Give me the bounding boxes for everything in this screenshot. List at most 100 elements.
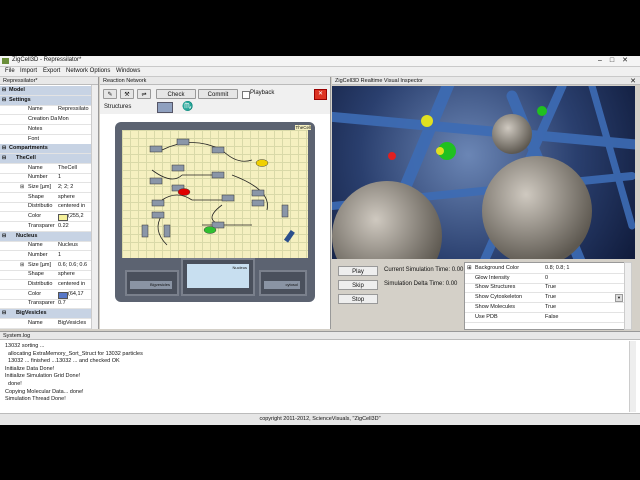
- network-canvas[interactable]: TheCell Bigvesicles Nucleus cytosol: [100, 114, 330, 329]
- log-line: 13032 sorting ...: [5, 343, 45, 349]
- inspector-value[interactable]: False: [545, 313, 558, 322]
- inspector-row[interactable]: Show Structures True: [465, 283, 625, 294]
- reaction-tool-icon[interactable]: ⇌: [137, 89, 151, 99]
- close-icon[interactable]: ✕: [314, 89, 327, 100]
- inspector-scrollbar[interactable]: [624, 262, 632, 330]
- property-row[interactable]: Color (64,17: [0, 290, 92, 300]
- property-row[interactable]: Name Repressilato: [0, 105, 92, 116]
- inspector-key: Use PDB: [475, 313, 498, 320]
- commit-button[interactable]: Commit: [198, 89, 238, 99]
- expand-icon[interactable]: ⊞: [20, 261, 24, 270]
- pill-icon[interactable]: ♏: [182, 101, 193, 112]
- property-row[interactable]: Number 1: [0, 173, 92, 184]
- property-value[interactable]: TheCell: [58, 164, 92, 173]
- collapse-icon[interactable]: ⊟: [2, 86, 6, 95]
- inspector-row[interactable]: Glow Intensity 0: [465, 274, 625, 284]
- menu-file[interactable]: File: [5, 68, 15, 74]
- collapse-icon[interactable]: ⊟: [2, 232, 6, 241]
- property-key: Distributio: [28, 281, 53, 287]
- collapse-icon[interactable]: ⊟: [2, 154, 6, 163]
- bigvesicles-compartment[interactable]: Bigvesicles: [125, 270, 179, 296]
- menu-network-options[interactable]: Network Options: [66, 68, 110, 74]
- property-row[interactable]: Font: [0, 135, 92, 145]
- menu-windows[interactable]: Windows: [116, 68, 140, 74]
- property-section[interactable]: ⊟ Nucleus: [0, 231, 92, 242]
- property-value[interactable]: centered in: [58, 280, 92, 289]
- property-value[interactable]: 0.22: [58, 222, 92, 231]
- property-key: Color: [28, 213, 42, 220]
- property-row[interactable]: Color (255,2: [0, 212, 92, 223]
- property-value[interactable]: 2; 2; 2: [58, 183, 92, 192]
- collapse-icon[interactable]: ⊟: [2, 144, 6, 153]
- cell-compartment[interactable]: TheCell Bigvesicles Nucleus cytosol: [115, 122, 315, 302]
- wrench-tool-icon[interactable]: ⚒: [120, 89, 134, 99]
- property-row[interactable]: Creation DateMon: [0, 115, 92, 126]
- log-line: Initialize Data Done!: [5, 365, 55, 372]
- property-section[interactable]: ⊟ BigVesicles: [0, 309, 92, 320]
- select-tool-icon[interactable]: ✎: [103, 89, 117, 99]
- inspector-value[interactable]: 0: [545, 274, 548, 283]
- property-section[interactable]: ⊟ Settings: [0, 95, 92, 106]
- skip-button[interactable]: Skip: [338, 280, 378, 290]
- property-value[interactable]: centered in: [58, 202, 92, 211]
- property-value[interactable]: 0.6; 0.6; 0.6: [58, 261, 92, 270]
- property-row[interactable]: Number 1: [0, 251, 92, 261]
- 3d-viewport[interactable]: [332, 86, 635, 259]
- log-scrollbar[interactable]: [629, 341, 636, 412]
- property-key: Transparer: [28, 300, 55, 307]
- inspector-row[interactable]: ⊞ Background Color 0.8; 0.8; 1: [465, 264, 625, 274]
- property-value[interactable]: 1: [58, 173, 92, 182]
- menu-import[interactable]: Import: [20, 68, 37, 74]
- visual-inspector-panel: ZigCell3D Realtime Visual Inspector ✕ Pl…: [332, 77, 640, 330]
- expand-icon[interactable]: ⊞: [20, 183, 24, 192]
- check-button[interactable]: Check: [156, 89, 196, 99]
- property-value[interactable]: sphere: [58, 270, 92, 279]
- property-row[interactable]: Transparer 0.22: [0, 222, 92, 232]
- nucleus-compartment[interactable]: Nucleus: [181, 258, 255, 296]
- property-row[interactable]: Transparer 0.7: [0, 299, 92, 310]
- playback-checkbox[interactable]: [242, 91, 250, 99]
- stop-button[interactable]: Stop: [338, 294, 378, 304]
- inspector-value[interactable]: True: [545, 293, 556, 302]
- property-key: Notes: [28, 125, 43, 132]
- property-row[interactable]: Shape sphere: [0, 193, 92, 203]
- structure-box-icon[interactable]: [157, 102, 173, 113]
- expand-icon[interactable]: ⊞: [467, 264, 472, 273]
- window-controls[interactable]: –□✕: [598, 56, 636, 64]
- property-row[interactable]: Name TheCell: [0, 164, 92, 174]
- collapse-icon[interactable]: ⊟: [2, 96, 6, 105]
- cytosol-compartment[interactable]: cytosol: [259, 270, 307, 296]
- property-key: Nucleus: [16, 232, 38, 239]
- property-section[interactable]: ⊟ TheCell: [0, 153, 92, 164]
- property-row[interactable]: Distributio centered in: [0, 202, 92, 213]
- property-row[interactable]: Distributio centered in: [0, 280, 92, 290]
- property-key: Transparer: [28, 222, 55, 229]
- property-value[interactable]: Repressilato: [58, 105, 92, 114]
- property-row[interactable]: ⊞ Size [µm] 2; 2; 2: [0, 183, 92, 193]
- inspector-row[interactable]: Show Cytoskeleton True ▼: [465, 293, 625, 304]
- property-row[interactable]: Name BigVesicles: [0, 319, 92, 329]
- inspector-value[interactable]: True: [545, 283, 556, 292]
- property-scrollbar[interactable]: [91, 85, 98, 329]
- property-value[interactable]: 0.7: [58, 299, 92, 308]
- property-value[interactable]: 1: [58, 251, 92, 260]
- property-row[interactable]: Name Nucleus: [0, 241, 92, 252]
- property-section[interactable]: ⊟ Model: [0, 86, 92, 96]
- inspector-row[interactable]: Use PDB False: [465, 313, 625, 323]
- property-value[interactable]: sphere: [58, 193, 92, 202]
- play-button[interactable]: Play: [338, 266, 378, 276]
- inspector-value[interactable]: 0.8; 0.8; 1: [545, 264, 569, 273]
- property-value[interactable]: Mon: [58, 115, 92, 124]
- chevron-down-icon[interactable]: ▼: [615, 294, 623, 303]
- property-section[interactable]: ⊟ Compartments: [0, 144, 92, 155]
- collapse-icon[interactable]: ⊟: [2, 309, 6, 318]
- property-value[interactable]: BigVesicles: [58, 319, 92, 328]
- inspector-row[interactable]: Show Molecules True: [465, 303, 625, 313]
- property-row[interactable]: Shape sphere: [0, 270, 92, 281]
- property-value[interactable]: Nucleus: [58, 241, 92, 250]
- property-row[interactable]: ⊞ Size [µm] 0.6; 0.6; 0.6: [0, 261, 92, 271]
- inspector-value[interactable]: True: [545, 303, 556, 312]
- close-icon[interactable]: ✕: [630, 77, 636, 85]
- menu-export[interactable]: Export: [43, 68, 60, 74]
- property-row[interactable]: Notes: [0, 125, 92, 135]
